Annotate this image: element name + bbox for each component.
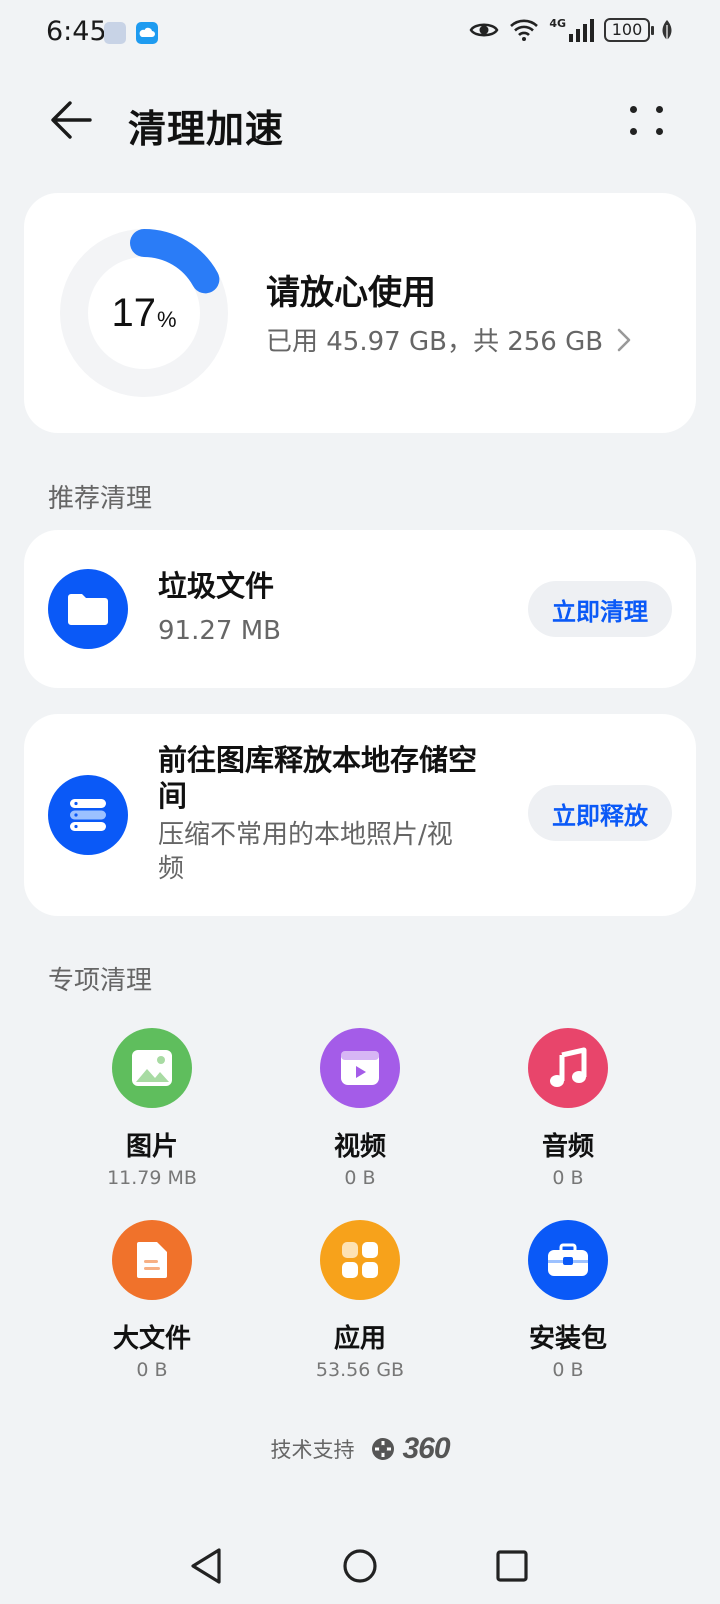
storage-stack-icon bbox=[48, 775, 128, 855]
leaf-icon bbox=[662, 20, 672, 40]
category-large-files[interactable]: 大文件 0 B bbox=[52, 1220, 252, 1381]
avatar-app-icon bbox=[104, 22, 126, 44]
nav-home-button[interactable] bbox=[338, 1544, 382, 1588]
clean-now-button[interactable]: 立即清理 bbox=[528, 581, 672, 637]
ring-label: 17% bbox=[60, 229, 228, 397]
tech-support: 技术支持 360 bbox=[0, 1432, 720, 1466]
status-icons: 4G 100 bbox=[469, 16, 674, 42]
apps-icon bbox=[320, 1220, 400, 1300]
category-size: 53.56 GB bbox=[315, 1359, 405, 1381]
storage-status: 请放心使用 bbox=[266, 273, 436, 313]
gallery-release-title: 前往图库释放本地存储空 间 bbox=[158, 742, 477, 814]
arrow-left-icon bbox=[51, 101, 92, 139]
network-type: 4G bbox=[549, 16, 566, 30]
more-dot bbox=[630, 128, 637, 135]
category-size: 0 B bbox=[552, 1167, 584, 1189]
image-icon bbox=[112, 1028, 192, 1108]
category-label: 应用 bbox=[333, 1324, 386, 1354]
category-size: 0 B bbox=[136, 1359, 168, 1381]
chevron-right-icon bbox=[617, 328, 631, 351]
system-navigation-bar bbox=[0, 1530, 720, 1600]
tech-support-label: 技术支持 bbox=[270, 1438, 355, 1462]
category-apps[interactable]: 应用 53.56 GB bbox=[260, 1220, 460, 1381]
signal-icon bbox=[569, 19, 594, 42]
more-dots-icon bbox=[630, 106, 637, 113]
storage-card[interactable]: 17% 请放心使用 已用 45.97 GB，共 256 GB bbox=[24, 193, 696, 433]
category-size: 0 B bbox=[552, 1359, 584, 1381]
status-bar: 6:45 4G 100 bbox=[0, 0, 720, 66]
wifi-icon bbox=[510, 19, 539, 41]
recommended-heading: 推荐清理 bbox=[48, 484, 153, 514]
storage-detail-text: 已用 45.97 GB，共 256 GB bbox=[266, 327, 604, 357]
more-dot bbox=[656, 128, 663, 135]
category-images[interactable]: 图片 11.79 MB bbox=[52, 1028, 252, 1189]
gallery-release-subtitle-line1: 压缩不常用的本地照片/视 bbox=[158, 820, 453, 850]
video-icon bbox=[320, 1028, 400, 1108]
brand-360-text: 360 bbox=[402, 1432, 450, 1465]
gallery-release-title-line1: 前往图库释放本地存储空 bbox=[158, 743, 478, 777]
status-time: 6:45 bbox=[46, 16, 107, 47]
nav-back-button[interactable] bbox=[184, 1544, 228, 1588]
category-label: 安装包 bbox=[528, 1324, 607, 1354]
toolbox-icon bbox=[528, 1220, 608, 1300]
back-button[interactable] bbox=[44, 96, 98, 144]
eye-icon bbox=[469, 23, 499, 37]
gallery-release-subtitle-line2: 频 bbox=[158, 854, 185, 884]
document-icon bbox=[112, 1220, 192, 1300]
category-label: 音频 bbox=[541, 1132, 594, 1162]
more-dot bbox=[656, 106, 663, 113]
page-title: 清理加速 bbox=[128, 107, 285, 151]
more-button[interactable] bbox=[620, 100, 674, 144]
category-video[interactable]: 视频 0 B bbox=[260, 1028, 460, 1189]
back-triangle-icon bbox=[191, 1548, 221, 1584]
special-heading: 专项清理 bbox=[48, 966, 153, 996]
music-icon bbox=[528, 1028, 608, 1108]
storage-detail-link[interactable]: 已用 45.97 GB，共 256 GB bbox=[266, 321, 631, 358]
cloud-app-icon bbox=[136, 22, 158, 44]
home-circle-icon bbox=[343, 1549, 377, 1583]
category-label: 图片 bbox=[125, 1132, 178, 1162]
junk-files-card[interactable]: 垃圾文件 91.27 MB 立即清理 bbox=[24, 530, 696, 688]
category-size: 0 B bbox=[344, 1167, 376, 1189]
app-bar: 清理加速 bbox=[0, 78, 720, 164]
junk-files-title: 垃圾文件 bbox=[158, 569, 275, 603]
junk-files-size: 91.27 MB bbox=[158, 616, 281, 646]
release-now-button[interactable]: 立即释放 bbox=[528, 785, 672, 841]
nav-recents-button[interactable] bbox=[490, 1544, 534, 1588]
category-label: 视频 bbox=[333, 1132, 386, 1162]
category-packages[interactable]: 安装包 0 B bbox=[468, 1220, 668, 1381]
gallery-release-subtitle: 压缩不常用的本地照片/视 频 bbox=[158, 818, 453, 886]
battery-icon: 100 bbox=[604, 18, 654, 42]
brand-360-logo: 360 bbox=[370, 1432, 451, 1466]
category-label: 大文件 bbox=[112, 1324, 191, 1354]
gallery-release-title-line2: 间 bbox=[158, 779, 188, 813]
percent-sign: % bbox=[156, 307, 177, 332]
folder-icon bbox=[48, 569, 128, 649]
360-logo-icon bbox=[372, 1438, 395, 1460]
gallery-release-card[interactable]: 前往图库释放本地存储空 间 压缩不常用的本地照片/视 频 立即释放 bbox=[24, 714, 696, 916]
used-percent: 17 bbox=[111, 290, 156, 335]
category-size: 11.79 MB bbox=[107, 1167, 197, 1189]
category-audio[interactable]: 音频 0 B bbox=[468, 1028, 668, 1189]
recents-square-icon bbox=[496, 1550, 528, 1582]
